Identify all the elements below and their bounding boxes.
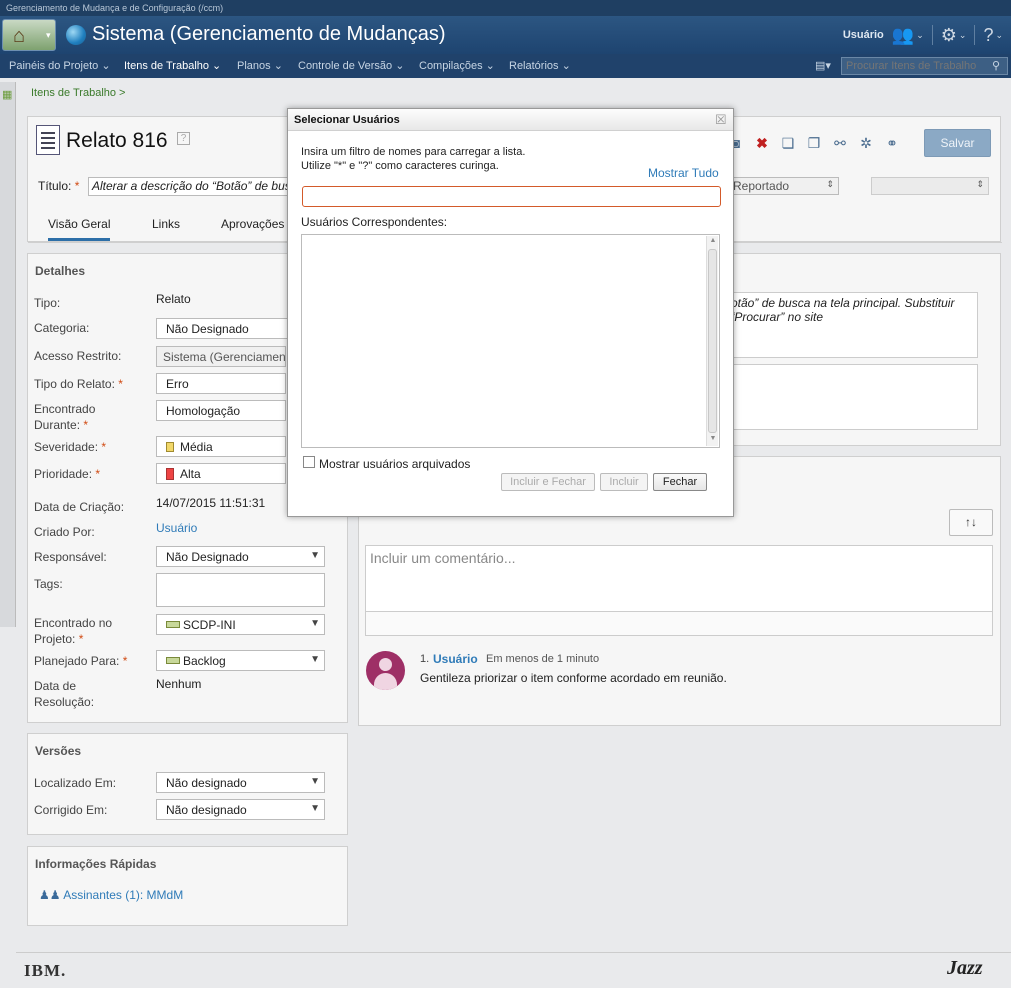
scroll-down-icon[interactable]: ▼ xyxy=(708,435,718,445)
scroll-thumb[interactable] xyxy=(708,249,717,433)
include-and-close-button[interactable]: Incluir e Fechar xyxy=(501,473,595,491)
dialog-instruction: Insira um filtro de nomes para carregar … xyxy=(301,146,526,158)
dialog-title-bar[interactable]: Selecionar Usuários ☒ xyxy=(288,109,733,131)
close-button[interactable]: Fechar xyxy=(653,473,707,491)
include-button[interactable]: Incluir xyxy=(600,473,648,491)
list-scrollbar[interactable]: ▲ ▼ xyxy=(706,236,718,446)
select-users-dialog: Selecionar Usuários ☒ Insira um filtro d… xyxy=(287,108,734,517)
show-archived-label[interactable]: Mostrar usuários arquivados xyxy=(319,457,470,471)
dialog-wildcard-hint: Utilize "*" e "?" como caracteres curing… xyxy=(301,160,499,172)
matching-users-label: Usuários Correspondentes: xyxy=(301,215,448,229)
close-icon[interactable]: ☒ xyxy=(715,112,727,128)
show-all-link[interactable]: Mostrar Tudo xyxy=(648,166,719,180)
user-filter-input[interactable] xyxy=(302,186,721,207)
show-archived-checkbox[interactable] xyxy=(303,456,315,468)
matching-users-list[interactable]: ▲ ▼ xyxy=(301,234,720,448)
dialog-title: Selecionar Usuários xyxy=(294,114,400,126)
scroll-up-icon[interactable]: ▲ xyxy=(708,237,718,247)
